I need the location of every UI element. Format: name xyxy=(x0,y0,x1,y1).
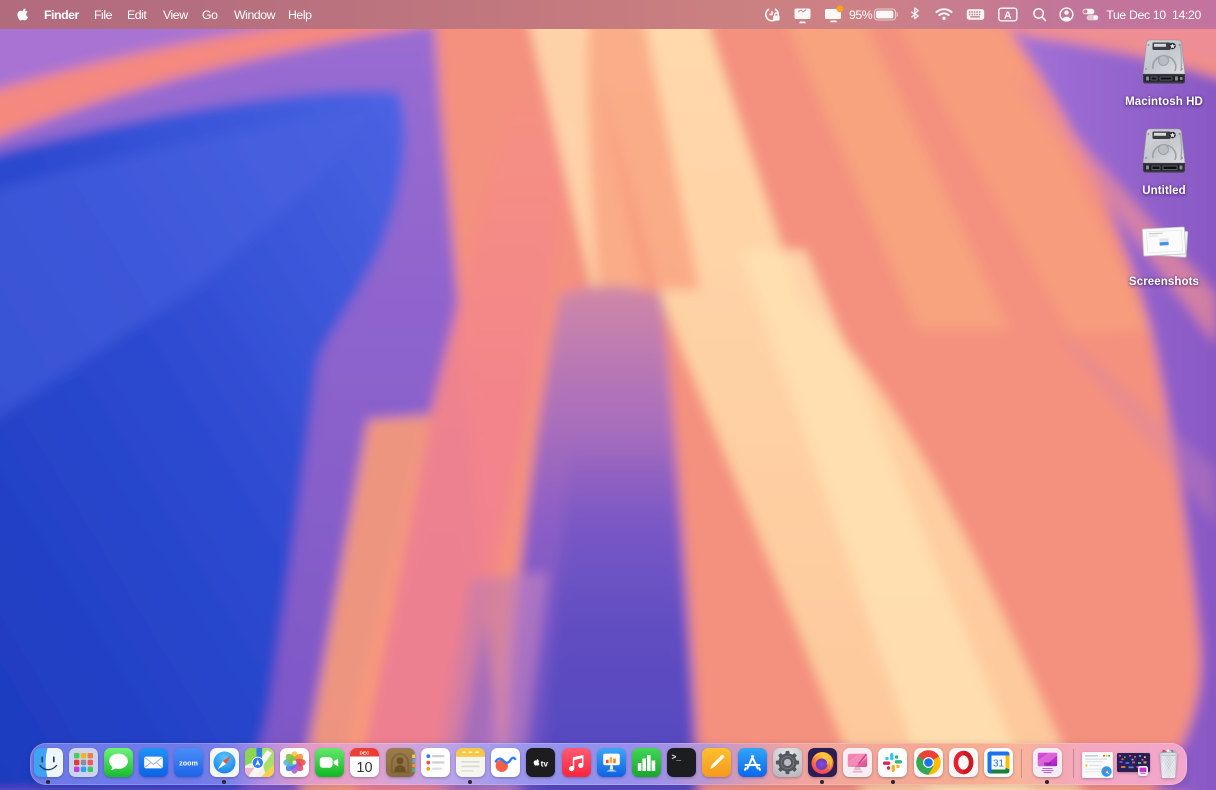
svg-text:>_: >_ xyxy=(672,754,682,763)
svg-text:DEC: DEC xyxy=(360,750,370,755)
svg-text:A: A xyxy=(1004,9,1012,21)
svg-text:10: 10 xyxy=(357,760,373,776)
svg-text:zoom: zoom xyxy=(179,759,198,768)
svg-text:tv: tv xyxy=(541,758,549,768)
svg-text:31: 31 xyxy=(993,759,1004,770)
